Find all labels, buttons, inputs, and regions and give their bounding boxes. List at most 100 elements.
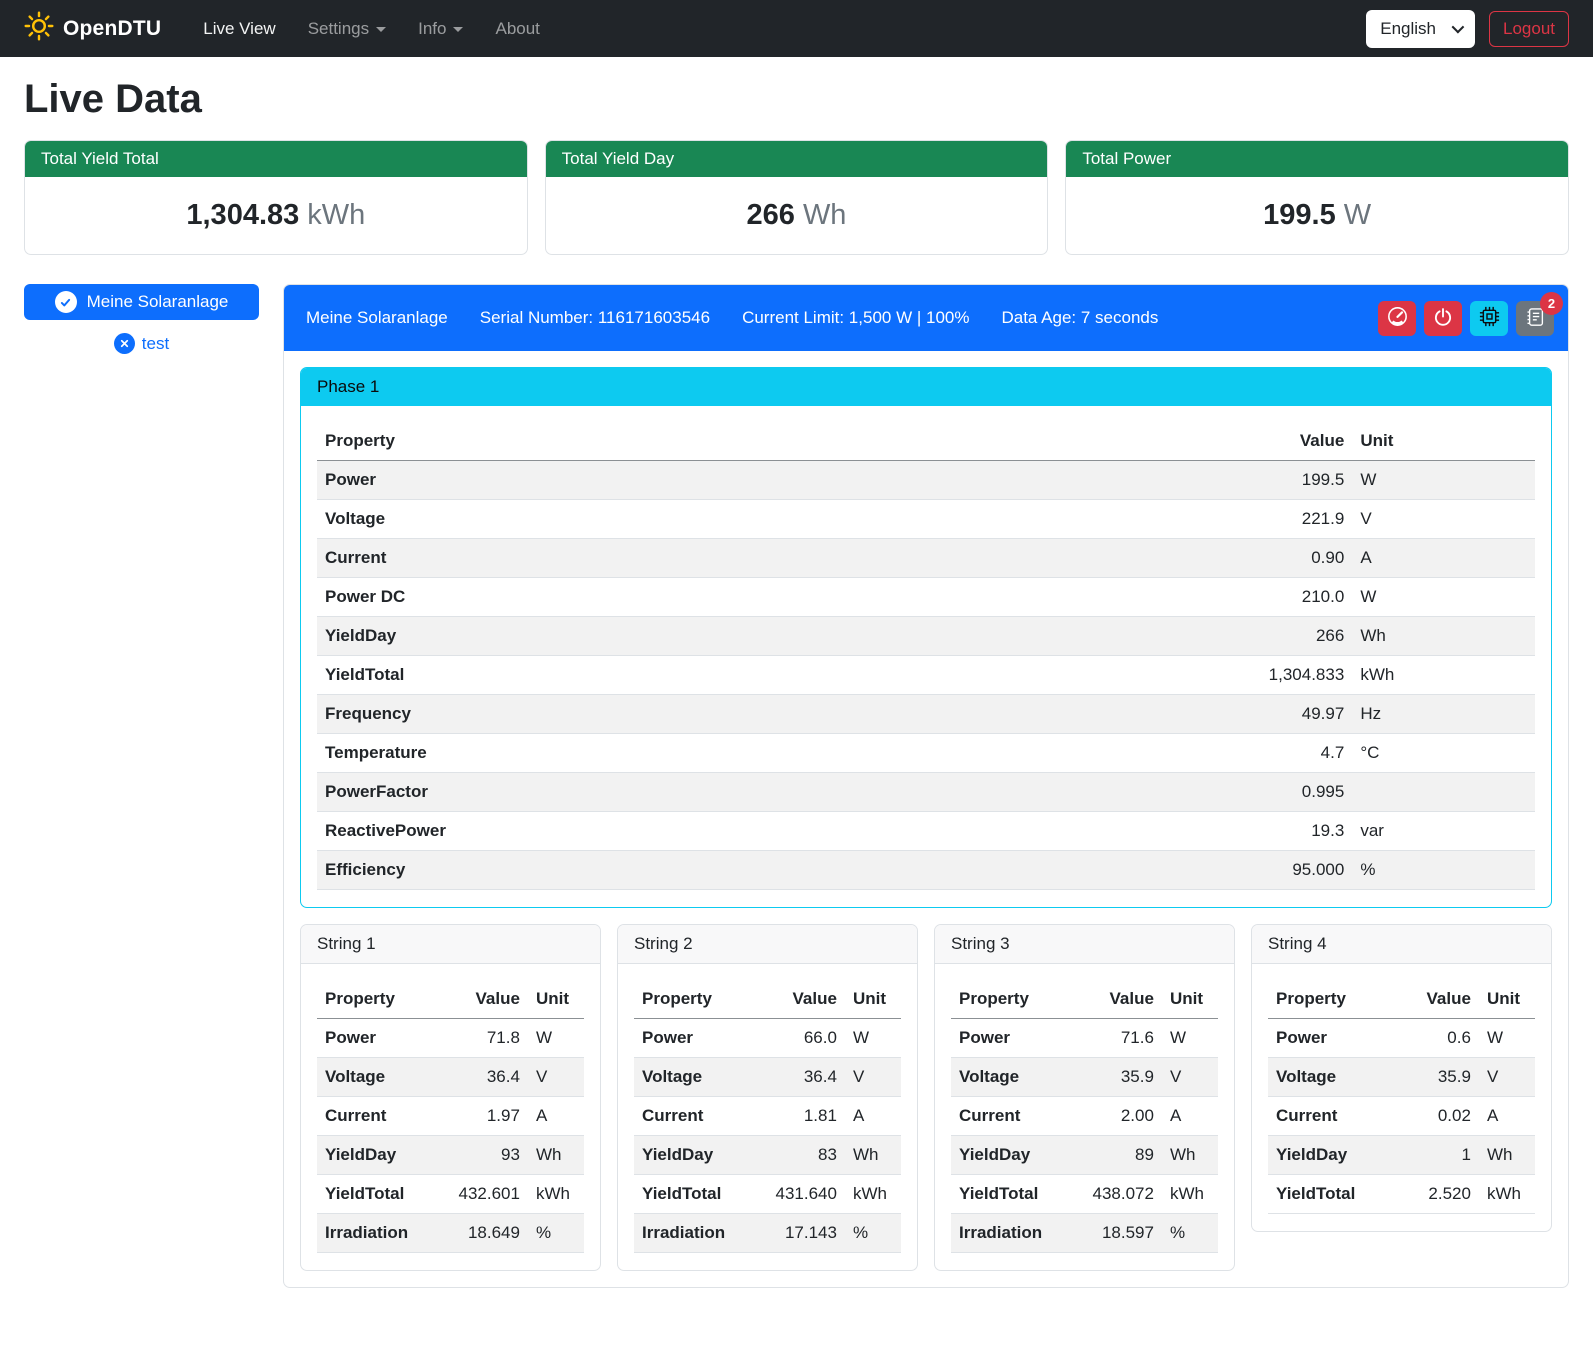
table-row: Power66.0W (634, 1019, 901, 1058)
cpu-icon (1479, 306, 1500, 330)
total-yield-day-card: Total Yield Day 266Wh (545, 140, 1049, 255)
table-row: YieldDay83Wh (634, 1136, 901, 1175)
unit-cell: V (1479, 1058, 1535, 1097)
table-row: Current2.00A (951, 1097, 1218, 1136)
column-property: Property (317, 422, 1194, 461)
value-number: 266 (747, 199, 795, 231)
card-header: Total Yield Day (546, 141, 1048, 177)
sidebar-item-test[interactable]: test (24, 333, 259, 354)
table-header-row: Property Value Unit (317, 980, 584, 1019)
string-4-table: Property Value Unit Power0.6WVoltage35.9… (1268, 980, 1535, 1214)
property-cell: Voltage (317, 500, 1194, 539)
value-unit: Wh (803, 199, 847, 231)
sun-logo-icon (24, 11, 54, 46)
unit-cell (1352, 773, 1535, 812)
brand[interactable]: OpenDTU (24, 11, 161, 46)
table-row: Voltage36.4V (317, 1058, 584, 1097)
inverter-test-label: test (142, 334, 169, 354)
nav-item-about[interactable]: About (481, 11, 553, 47)
unit-cell: W (1352, 461, 1535, 500)
value-cell: 221.9 (1194, 500, 1352, 539)
nav-links: Live View Settings Info About (189, 11, 554, 47)
string-card-body: Property Value Unit Power71.6WVoltage35.… (935, 964, 1234, 1253)
column-property: Property (951, 980, 1060, 1019)
column-property: Property (634, 980, 743, 1019)
table-row: Voltage36.4V (634, 1058, 901, 1097)
nav-item-info[interactable]: Info (404, 11, 477, 47)
strings-row: String 1 Property Value Unit (300, 924, 1552, 1271)
property-cell: Irradiation (634, 1214, 743, 1253)
unit-cell: A (1352, 539, 1535, 578)
unit-cell: V (528, 1058, 584, 1097)
inverter-card: Meine Solaranlage Serial Number: 1161716… (283, 284, 1569, 1288)
unit-cell: W (528, 1019, 584, 1058)
table-row: Power71.8W (317, 1019, 584, 1058)
string-4-card: String 4 Property Value Unit (1251, 924, 1552, 1232)
nav-item-settings[interactable]: Settings (294, 11, 400, 47)
property-cell: Voltage (317, 1058, 426, 1097)
unit-cell: % (1162, 1214, 1218, 1253)
selected-inverter-label: Meine Solaranlage (87, 292, 229, 312)
total-yield-total-card: Total Yield Total 1,304.83kWh (24, 140, 528, 255)
value-cell: 0.995 (1194, 773, 1352, 812)
string-card-header: String 4 (1252, 925, 1551, 964)
unit-cell: W (1162, 1019, 1218, 1058)
page-content: Live Data Total Yield Total 1,304.83kWh … (0, 57, 1593, 1308)
column-value: Value (1060, 980, 1161, 1019)
column-value: Value (1377, 980, 1478, 1019)
value-cell: 0.6 (1377, 1019, 1478, 1058)
string-card-body: Property Value Unit Power0.6WVoltage35.9… (1252, 964, 1551, 1214)
column-unit: Unit (1479, 980, 1535, 1019)
device-info-button[interactable] (1470, 301, 1508, 336)
value-cell: 89 (1060, 1136, 1161, 1175)
value-cell: 93 (426, 1136, 527, 1175)
value-cell: 431.640 (743, 1175, 844, 1214)
unit-cell: °C (1352, 734, 1535, 773)
inverter-name: Meine Solaranlage (306, 308, 448, 328)
table-row: Power DC210.0W (317, 578, 1535, 617)
event-log-button[interactable]: 2 (1516, 301, 1554, 336)
property-cell: YieldTotal (634, 1175, 743, 1214)
card-value: 266Wh (546, 177, 1048, 254)
table-row: YieldTotal438.072kWh (951, 1175, 1218, 1214)
table-row: Voltage221.9V (317, 500, 1535, 539)
unit-cell: Wh (1352, 617, 1535, 656)
selected-inverter-button[interactable]: Meine Solaranlage (24, 284, 259, 320)
inverter-card-header: Meine Solaranlage Serial Number: 1161716… (284, 285, 1568, 351)
value-cell: 2.520 (1377, 1175, 1478, 1214)
unit-cell: kWh (1352, 656, 1535, 695)
value-number: 199.5 (1263, 199, 1336, 231)
unit-cell: W (845, 1019, 901, 1058)
unit-cell: kWh (1162, 1175, 1218, 1214)
phase-table: Property Value Unit Power199.5WVoltage22… (317, 422, 1535, 890)
value-cell: 71.8 (426, 1019, 527, 1058)
table-row: YieldDay1Wh (1268, 1136, 1535, 1175)
value-cell: 18.597 (1060, 1214, 1161, 1253)
value-cell: 1.81 (743, 1097, 844, 1136)
nav-item-live-view[interactable]: Live View (189, 11, 289, 47)
string-3-card: String 3 Property Value Unit (934, 924, 1235, 1271)
event-count-badge: 2 (1540, 292, 1563, 315)
table-row: YieldTotal432.601kWh (317, 1175, 584, 1214)
unit-cell: % (845, 1214, 901, 1253)
value-cell: 0.02 (1377, 1097, 1478, 1136)
table-row: Power199.5W (317, 461, 1535, 500)
column-unit: Unit (1162, 980, 1218, 1019)
property-cell: Power (634, 1019, 743, 1058)
value-cell: 1,304.833 (1194, 656, 1352, 695)
table-header-row: Property Value Unit (317, 422, 1535, 461)
property-cell: YieldDay (317, 1136, 426, 1175)
limit-settings-button[interactable] (1378, 301, 1416, 336)
value-cell: 2.00 (1060, 1097, 1161, 1136)
table-row: YieldDay266Wh (317, 617, 1535, 656)
value-cell: 432.601 (426, 1175, 527, 1214)
table-row: ReactivePower19.3var (317, 812, 1535, 851)
power-settings-button[interactable] (1424, 301, 1462, 336)
property-cell: Voltage (1268, 1058, 1377, 1097)
language-select[interactable]: English (1366, 10, 1475, 48)
property-cell: Current (317, 1097, 426, 1136)
logout-button[interactable]: Logout (1489, 11, 1569, 47)
unit-cell: Wh (1162, 1136, 1218, 1175)
page-title: Live Data (24, 77, 1569, 122)
speedometer-icon (1387, 306, 1408, 330)
